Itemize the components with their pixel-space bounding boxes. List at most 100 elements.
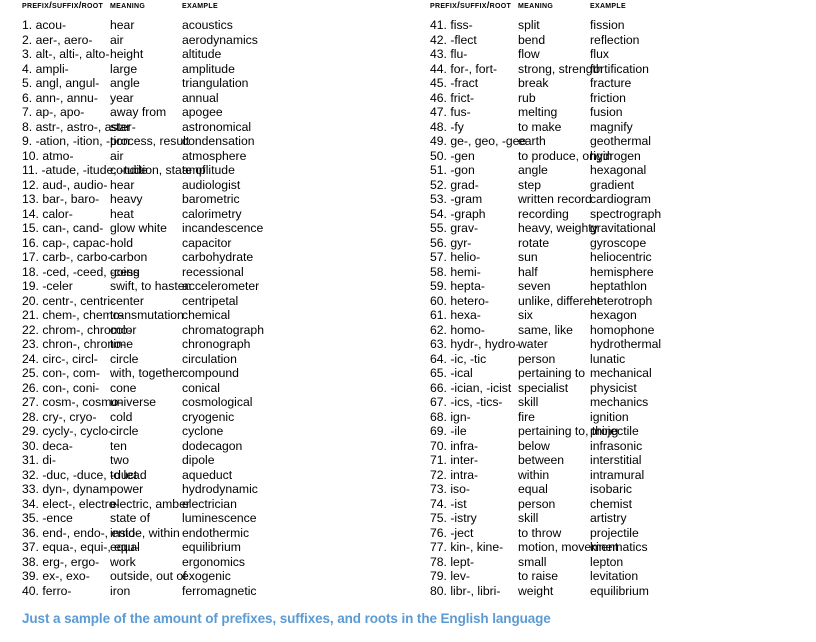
term-text: centr-, centri- [42,293,115,308]
cell-term: 31. di- [22,453,110,468]
row-number: 36. [22,525,39,540]
table-row: 28. cry-, cryo-cold cryogenic [22,410,408,425]
cell-meaning: pertaining to [518,366,586,380]
row-number: 74. [430,496,447,511]
cell-meaning: outside, out of [110,569,187,583]
cell-example: condensation [182,134,255,148]
cell-example: hydrothermal [590,337,662,351]
cell-example: isobaric [590,482,632,496]
cell-term: 44. for-, fort- [430,62,518,77]
cell-example: heterotroph [590,293,653,308]
row-number: 12. [22,177,39,192]
cell-term: 35. -ence [22,511,110,526]
cell-meaning: weight [518,583,554,598]
cell-term: 67. -ics, -tics- [430,395,518,410]
cell-term: 15. can-, cand- [22,221,110,236]
cell-meaning: center [110,293,144,308]
cell-term: 19. -celer [22,279,110,294]
cell-meaning: carbon [110,250,148,264]
cell-term: 74. -ist [430,497,518,512]
cell-meaning: written record [518,192,592,206]
table-row: 44. for-, fort-strong, strength fortifica… [430,62,816,77]
table-row: 3. alt-, alti-, alto-height altitude [22,47,408,62]
cell-example: altitude [182,47,222,61]
cell-meaning: person [518,351,556,366]
cell-example: carbohydrate [182,250,254,264]
row-number: 73. [430,482,447,496]
cell-meaning: heavy, weighty [518,221,598,235]
cell-term: 24. circ-, circl- [22,352,110,367]
cell-term: 76. -ject [430,526,518,541]
cell-term: 10. atmo- [22,149,110,164]
cell-meaning: condition, state of [110,163,206,177]
term-text: ferro- [42,583,72,598]
table-row: 11. -atude, -itude, -tude condition, stat… [22,163,408,178]
cell-term: 23. chron-, chrono- [22,337,125,352]
cell-term: 72. intra- [430,468,518,483]
header-row: Prefix/Suffix/Root Meaning Example [22,0,408,18]
cell-term: 70. infra- [430,439,518,454]
row-number: 69. [430,424,447,438]
cell-term: 40. ferro- [22,584,110,599]
cell-meaning: seven [518,279,551,293]
row-number: 4. [22,61,33,76]
table-row: 71. inter-between interstitial [430,453,816,468]
column-header-example: Example [182,0,218,11]
cell-example: barometric [182,192,240,206]
cell-example: magnify [590,119,633,134]
table-body-right: 41. fiss-split fission 42. -flect bend refle… [430,18,816,598]
row-number: 9. [22,134,33,148]
cell-term: 32. -duc, -duce, -duct [22,468,137,483]
row-number: 14. [22,206,39,221]
column-header-term: Prefix/Suffix/Root [22,0,104,11]
table-row: 65. -ical pertaining to mechanical [430,366,816,381]
cell-example: fusion [590,105,623,119]
cell-example: physicist [590,380,637,395]
cell-example: compound [182,366,239,380]
term-text: circ-, circl- [42,351,98,366]
table-row: 56. gyr-rotate gyroscope [430,236,816,251]
row-number: 59. [430,279,447,293]
cell-meaning: heavy [110,192,143,206]
table-row: 24. circ-, circl-circle circulation [22,352,408,367]
cell-example: heliocentric [590,250,652,264]
cell-meaning: angle [518,163,548,177]
term-text: frict- [450,90,475,105]
term-text: helio- [450,250,481,264]
table-row: 43. flu-flow flux [430,47,816,62]
cell-meaning: to lead [110,467,147,482]
table-row: 60. hetero-unlike, different heterotroph [430,294,816,309]
term-text: fiss- [450,18,473,32]
cell-meaning: color [110,322,137,337]
cell-meaning: skill [518,511,539,525]
term-text: infra- [450,438,479,453]
term-text: -fract [450,76,479,90]
cell-meaning: step [518,177,542,192]
term-text: -ile [450,424,467,438]
table-row: 12. aud-, audio-hear audiologist [22,178,408,193]
term-text: iso- [450,482,470,496]
row-number: 75. [430,511,447,525]
cell-example: mechanical [590,366,652,380]
table-row: 37. equa-, equi-, equ-equal equilibrium [22,540,408,555]
cell-term: 64. -ic, -tic [430,352,518,367]
term-text: dyn-, dynam- [42,482,114,496]
table-row: 61. hexa-six hexagon [430,308,816,323]
cell-term: 42. -flect [430,33,518,48]
cell-term: 37. equa-, equi-, equ- [22,540,139,555]
table-row: 50. -gen to produce, origin hydrogen [430,149,816,164]
cell-example: cardiogram [590,192,651,206]
row-number: 63. [430,337,447,351]
cell-term: 71. inter- [430,453,518,468]
cell-meaning: break [518,76,549,90]
cell-example: hemisphere [590,264,654,279]
cell-example: endothermic [182,525,250,540]
term-text: hexa- [450,308,481,322]
table-body-left: 1. acou-hear acoustics 2. aer-, aero-air ae… [22,18,408,598]
table-header-left: Prefix/Suffix/Root Meaning Example [22,0,408,18]
row-number: 60. [430,293,447,308]
cell-term: 41. fiss- [430,18,518,33]
two-column-layout: Prefix/Suffix/Root Meaning Example 1. ac… [0,0,816,598]
row-number: 30. [22,438,39,453]
term-text: gyr- [450,235,472,250]
